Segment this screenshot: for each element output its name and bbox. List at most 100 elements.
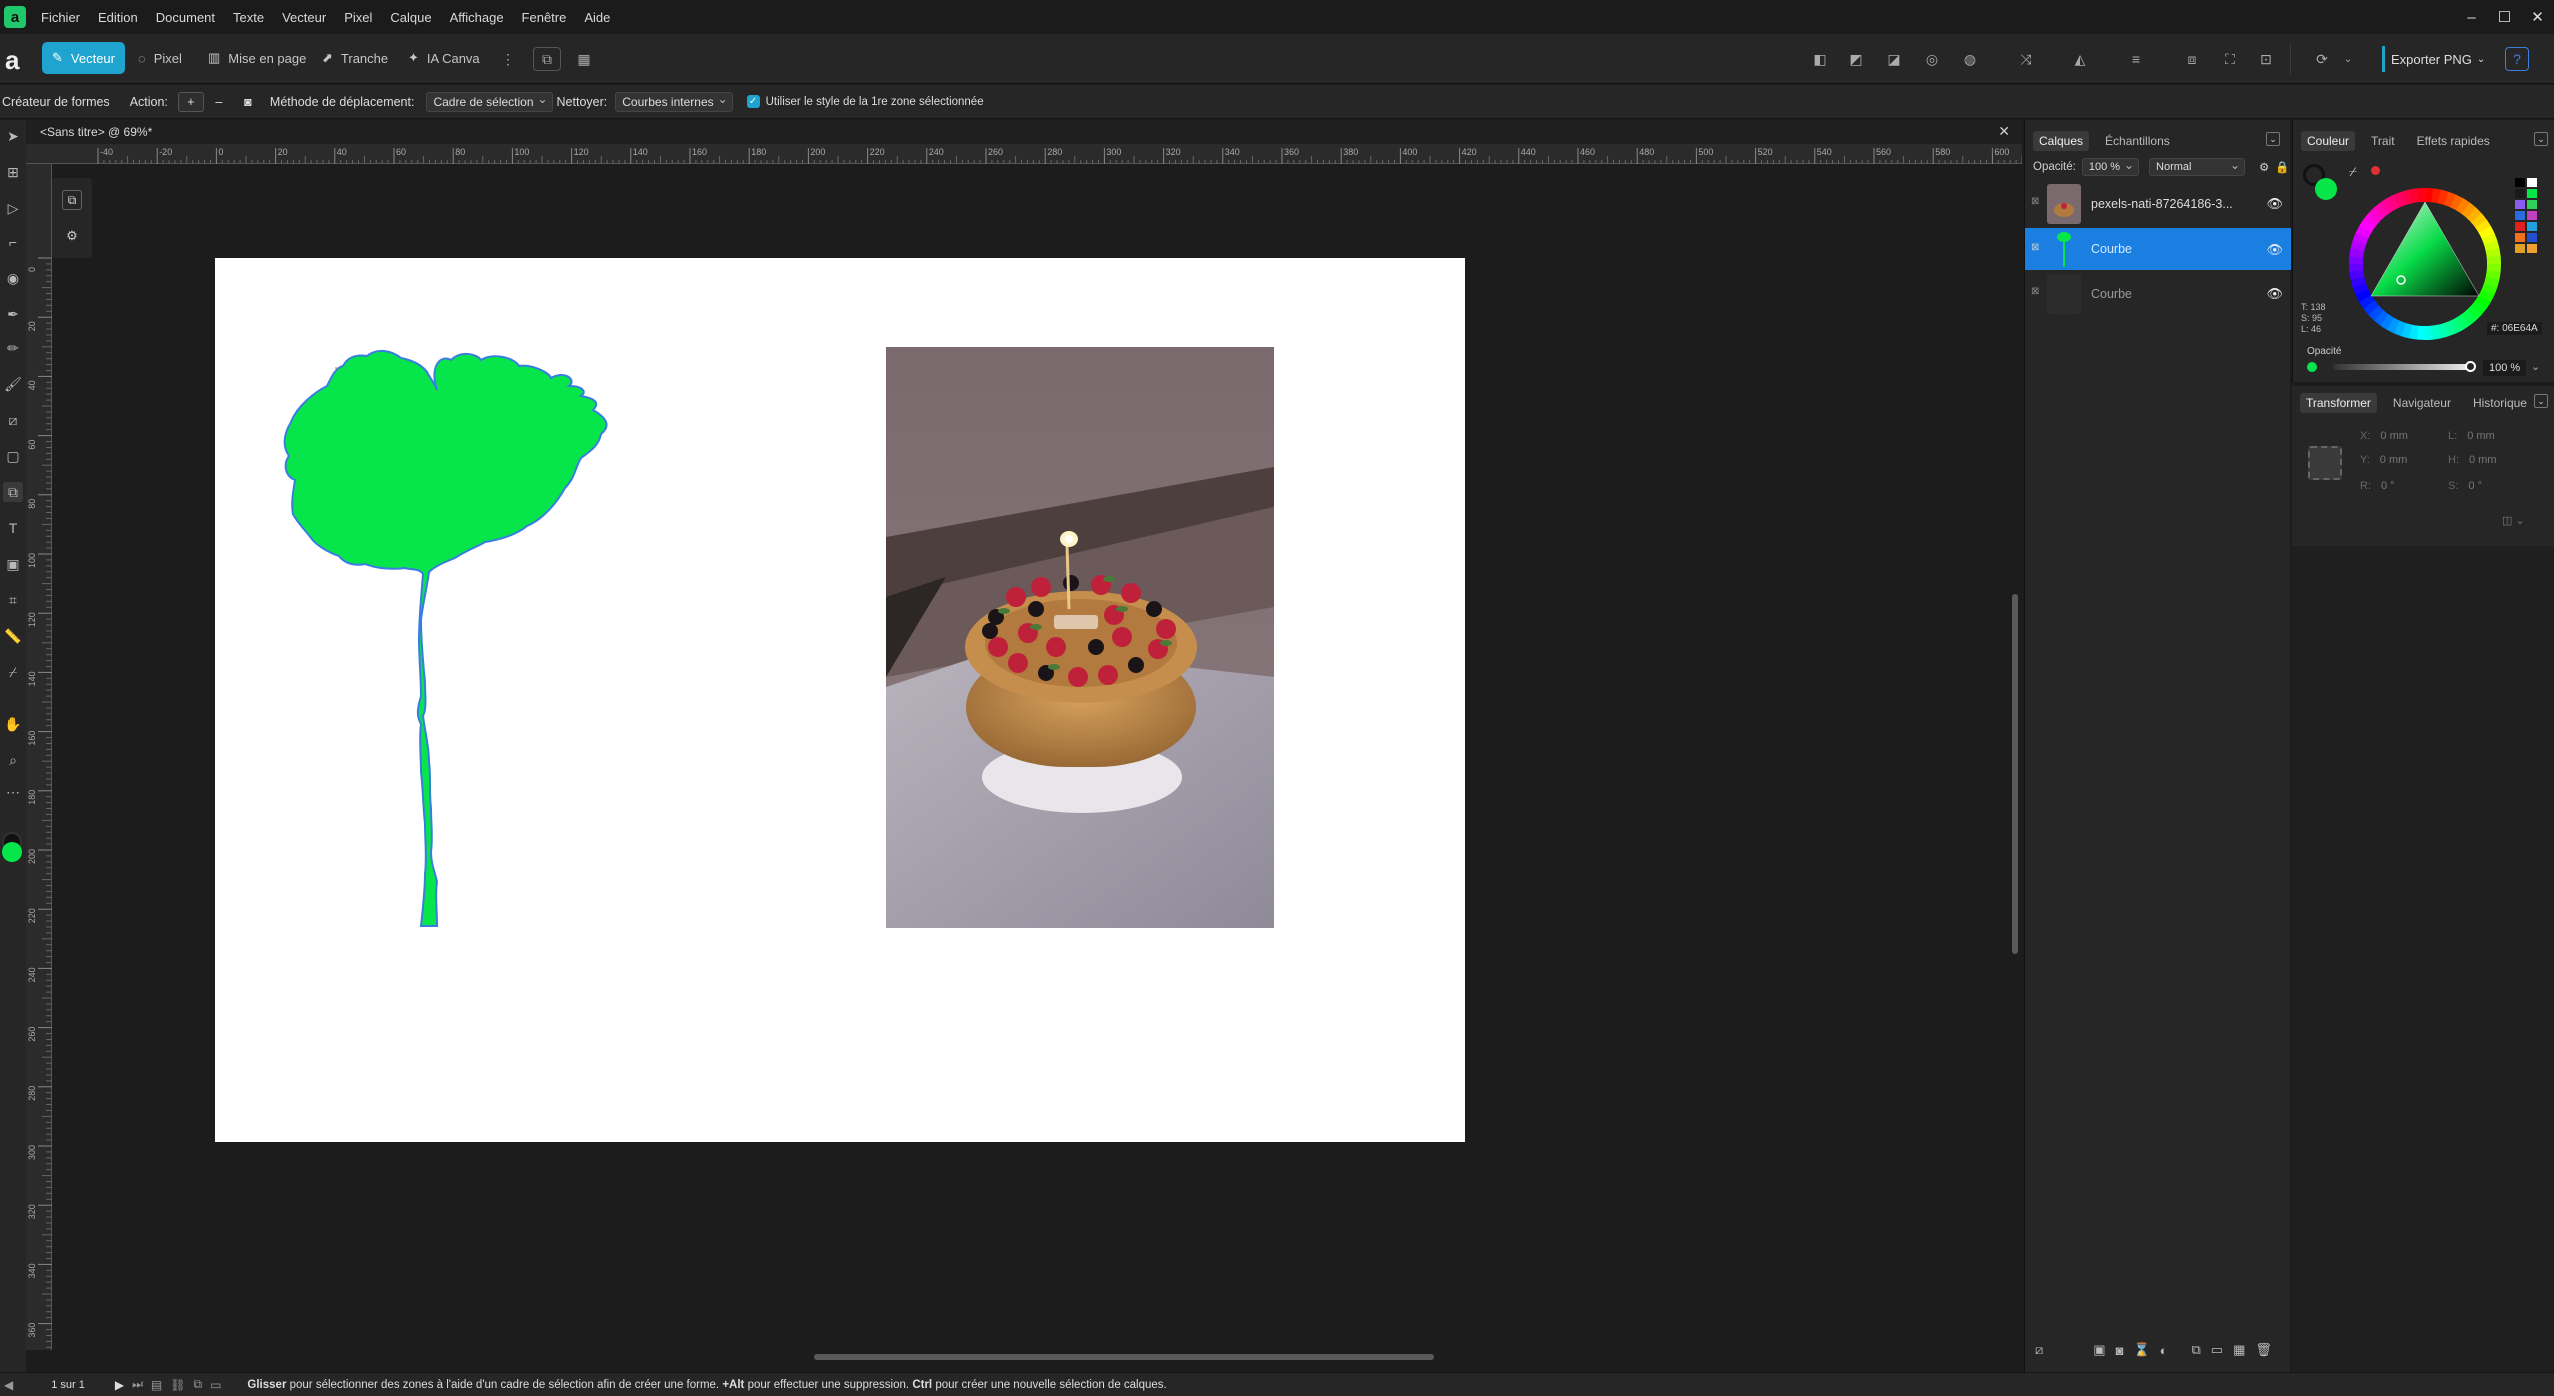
zoom-tool-icon[interactable]: ⌕	[3, 750, 23, 770]
w-field[interactable]: 0 mm	[2467, 430, 2495, 442]
shear-field[interactable]: 0 °	[2468, 480, 2482, 492]
vertical-scroll-thumb[interactable]	[2012, 594, 2018, 954]
eye-icon[interactable]: 👁	[2266, 286, 2283, 302]
transform-options-icon[interactable]: ◫ ⌄	[2502, 514, 2525, 527]
minimize-button[interactable]: –	[2455, 9, 2488, 26]
flower-shape[interactable]	[215, 258, 1465, 1142]
close-document-icon[interactable]: ✕	[1998, 123, 2010, 140]
layer-fx-icon[interactable]: ⧄	[2035, 1342, 2043, 1358]
adjustment-icon[interactable]: ▣	[2093, 1342, 2105, 1358]
horizontal-scroll-thumb[interactable]	[814, 1354, 1434, 1360]
panel-menu-chevron-icon[interactable]: ⌄	[2534, 132, 2548, 146]
eye-icon[interactable]: 👁	[2266, 242, 2283, 258]
copy-page-icon[interactable]: ⧉	[194, 1377, 203, 1392]
intersect-action-icon[interactable]: ◙	[238, 92, 258, 112]
page-grid-icon[interactable]: ▤	[151, 1378, 162, 1392]
swatch[interactable]	[2515, 178, 2525, 187]
tab-effets-rapides[interactable]: Effets rapides	[2411, 131, 2496, 151]
vertical-scrollbar[interactable]	[2008, 164, 2022, 1350]
layer-row[interactable]: ⊠ Courbe 👁	[2025, 272, 2291, 316]
menu-aide[interactable]: Aide	[575, 10, 619, 25]
back-icon[interactable]: ◪	[1884, 49, 1904, 69]
layer-opacity-dropdown[interactable]: 100 %	[2081, 158, 2140, 176]
arrange-icon[interactable]: ◧	[1810, 49, 1830, 69]
subtract-action-button[interactable]: –	[206, 92, 232, 112]
swatch[interactable]	[2515, 189, 2525, 198]
expand-icon[interactable]: ⊠	[2031, 286, 2039, 297]
help-icon[interactable]: ?	[2505, 47, 2529, 71]
cake-photo[interactable]	[886, 347, 1274, 928]
swatch[interactable]	[2515, 244, 2525, 253]
snapping-icon[interactable]: ⧉	[533, 47, 561, 71]
assistant-chevron-icon[interactable]: ⌄	[2338, 49, 2358, 69]
method-dropdown[interactable]: Cadre de sélection	[426, 91, 553, 112]
opacity-chevron-icon[interactable]: ⌄	[2531, 360, 2540, 373]
swatch[interactable]	[2527, 200, 2537, 209]
none-color-icon[interactable]	[2371, 166, 2380, 175]
layer-row-selected[interactable]: ⊠ Courbe 👁	[2025, 228, 2291, 270]
panel-menu-chevron-icon[interactable]: ⌄	[2534, 394, 2548, 408]
swatch[interactable]	[2515, 222, 2525, 231]
opacity-slider[interactable]	[2333, 364, 2471, 370]
expand-icon[interactable]: ⊠	[2031, 196, 2039, 207]
trash-icon[interactable]: 🗑	[2255, 1342, 2272, 1358]
fill-swatch[interactable]	[2, 842, 22, 862]
hand-tool-icon[interactable]: ✋	[3, 714, 23, 734]
prev-page-icon[interactable]: ◀	[4, 1378, 13, 1392]
swatch[interactable]	[2527, 222, 2537, 231]
artboard-tool-icon[interactable]: ⊞	[3, 162, 23, 182]
delete-page-icon[interactable]: ▭	[210, 1378, 221, 1392]
horizontal-scrollbar[interactable]	[52, 1350, 2008, 1364]
swatch[interactable]	[2527, 178, 2537, 187]
shape-tool-icon[interactable]: ▢	[3, 446, 23, 466]
expand-icon[interactable]: ⊠	[2031, 242, 2039, 253]
persona-tranche[interactable]: ⬈ Tranche	[312, 42, 398, 74]
persona-ia-canva[interactable]: ✦ IA Canva	[398, 42, 490, 74]
recent-swatches[interactable]	[2515, 178, 2543, 260]
crop-tool-icon[interactable]: ⌗	[3, 590, 23, 610]
tab-calques[interactable]: Calques	[2033, 131, 2090, 151]
pen-tool-icon[interactable]: ✒	[3, 304, 23, 324]
tab-historique[interactable]: Historique	[2467, 393, 2533, 413]
last-page-icon[interactable]: ⏭	[132, 1377, 143, 1392]
boolean-icon[interactable]: ◎	[1922, 49, 1942, 69]
measure-tool-icon[interactable]: 📏	[3, 626, 23, 646]
flip-icon[interactable]: ◭	[2070, 49, 2090, 69]
move-tool-icon[interactable]: ➤	[3, 126, 23, 146]
use-style-checkbox[interactable]: ✓	[746, 95, 760, 108]
menu-fenetre[interactable]: Fenêtre	[513, 10, 576, 25]
tab-navigateur[interactable]: Navigateur	[2387, 393, 2457, 413]
export-png-button[interactable]: Exporter PNG ⌄	[2382, 46, 2491, 72]
more-tools-icon[interactable]: ⋯	[3, 782, 23, 802]
assistant-icon[interactable]: ⟳	[2312, 49, 2332, 69]
link-icon[interactable]: ⛓	[170, 1378, 185, 1392]
subtract-icon[interactable]: ◍	[1960, 49, 1980, 69]
menu-vecteur[interactable]: Vecteur	[273, 10, 335, 25]
menu-document[interactable]: Document	[147, 10, 224, 25]
pattern-icon[interactable]: ▦	[2233, 1342, 2245, 1358]
maximize-button[interactable]: ☐	[2488, 8, 2521, 26]
add-action-button[interactable]: +	[177, 91, 204, 112]
select-shape-icon[interactable]: ⧉	[62, 190, 82, 210]
vector-flood-icon[interactable]: ◉	[3, 268, 23, 288]
eye-icon[interactable]: 👁	[2266, 196, 2283, 212]
shape-builder-icon[interactable]: ⧉	[3, 482, 23, 502]
grid-icon[interactable]: ▦	[574, 49, 594, 69]
h-field[interactable]: 0 mm	[2469, 454, 2497, 466]
persona-mise-en-page[interactable]: ▥ Mise en page	[198, 42, 316, 74]
close-window-button[interactable]: ✕	[2521, 8, 2554, 26]
pin-icon[interactable]: ⛶	[2220, 49, 2240, 69]
blend-mode-dropdown[interactable]: Normal	[2149, 158, 2246, 176]
menu-edition[interactable]: Edition	[89, 10, 147, 25]
tab-couleur[interactable]: Couleur	[2301, 131, 2356, 151]
contrast-icon[interactable]: ◐	[2160, 1343, 2168, 1358]
swatch[interactable]	[2527, 189, 2537, 198]
menu-fichier[interactable]: Fichier	[32, 10, 89, 25]
insert-icon[interactable]: ⧈	[2182, 49, 2202, 69]
menu-texte[interactable]: Texte	[224, 10, 273, 25]
folder-icon[interactable]: ▭	[2211, 1342, 2223, 1358]
menu-pixel[interactable]: Pixel	[335, 10, 381, 25]
forward-icon[interactable]: ◩	[1846, 49, 1866, 69]
layer-row[interactable]: ⊠ pexels-nati-87264186-3... 👁	[2025, 182, 2291, 226]
x-field[interactable]: 0 mm	[2380, 430, 2408, 442]
